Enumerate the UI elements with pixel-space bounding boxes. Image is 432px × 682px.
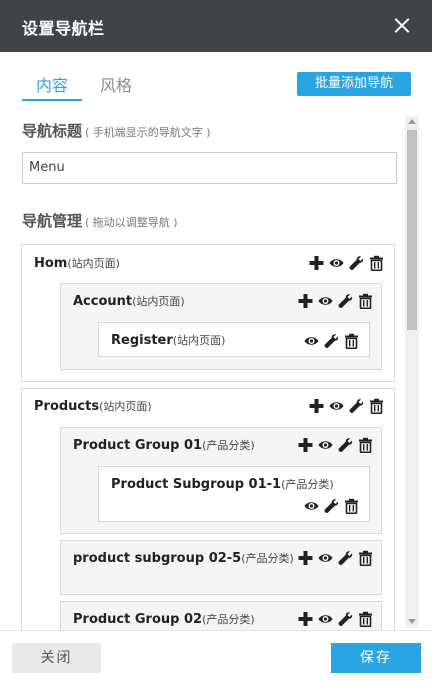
eye-icon[interactable] <box>317 611 334 627</box>
add-icon[interactable] <box>297 611 314 627</box>
nav-item-label: Product Group 01(产品分类) <box>73 438 255 453</box>
wrench-icon[interactable] <box>337 550 354 566</box>
nav-item-product-group-02[interactable]: Product Group 02(产品分类) <box>60 601 382 630</box>
nav-title-hint: ( 手机端显示的导航文字 ) <box>85 126 211 139</box>
nav-title-input[interactable]: Menu <box>22 152 397 184</box>
trash-icon[interactable] <box>368 398 385 414</box>
add-icon[interactable] <box>297 437 314 453</box>
wrench-icon[interactable] <box>323 498 340 514</box>
close-icon[interactable] <box>390 14 414 38</box>
nav-settings-dialog: 设置导航栏 内容 风格 批量添加导航 导航标题( 手机端显示的导航文字 ) Me… <box>0 0 432 682</box>
wrench-icon[interactable] <box>348 398 365 414</box>
eye-icon[interactable] <box>328 398 345 414</box>
nav-item-actions <box>297 550 374 566</box>
save-button[interactable]: 保存 <box>331 643 421 673</box>
nav-item-label: Register(站内页面) <box>111 333 226 348</box>
nav-item-product-subgroup-02-5[interactable]: product subgroup 02-5(产品分类) <box>60 540 382 595</box>
nav-item-actions <box>297 293 374 309</box>
scroll-up-arrow-icon[interactable] <box>405 116 419 128</box>
nav-item-label: Product Group 02(产品分类) <box>73 612 255 627</box>
nav-item-register[interactable]: Register(站内页面) <box>98 322 370 357</box>
nav-item-product-group-01[interactable]: Product Group 01(产品分类) Product Subgroup … <box>60 427 382 534</box>
nav-manage-hint: ( 拖动以调整导航 ) <box>85 216 178 229</box>
add-icon[interactable] <box>308 398 325 414</box>
eye-icon[interactable] <box>317 437 334 453</box>
dialog-footer: 关闭 保存 <box>0 630 432 682</box>
add-icon[interactable] <box>297 550 314 566</box>
eye-icon[interactable] <box>328 255 345 271</box>
wrench-icon[interactable] <box>323 333 340 349</box>
wrench-icon[interactable] <box>337 611 354 627</box>
trash-icon[interactable] <box>368 255 385 271</box>
nav-item-actions <box>308 398 385 414</box>
nav-item-label: product subgroup 02-5(产品分类) <box>73 551 294 566</box>
wrench-icon[interactable] <box>337 293 354 309</box>
vertical-scrollbar[interactable] <box>405 116 419 628</box>
nav-item-actions <box>297 611 374 627</box>
eye-icon[interactable] <box>303 333 320 349</box>
nav-item-actions <box>308 255 385 271</box>
tab-content[interactable]: 内容 <box>36 72 68 96</box>
scrollbar-thumb[interactable] <box>407 130 417 330</box>
nav-manage-label: 导航管理 <box>22 212 83 230</box>
wrench-icon[interactable] <box>337 437 354 453</box>
nav-item-label: Products(站内页面) <box>34 399 152 414</box>
trash-icon[interactable] <box>357 293 374 309</box>
scroll-down-arrow-icon[interactable] <box>405 616 419 628</box>
nav-title-label: 导航标题 <box>22 122 83 140</box>
active-tab-indicator <box>22 99 82 101</box>
trash-icon[interactable] <box>343 333 360 349</box>
add-icon[interactable] <box>297 293 314 309</box>
nav-item-label: Product Subgroup 01-1(产品分类) <box>111 477 334 492</box>
batch-add-nav-button[interactable]: 批量添加导航 <box>297 72 411 96</box>
content-area: 导航标题( 手机端显示的导航文字 ) Menu 导航管理( 拖动以调整导航 ) … <box>0 104 432 630</box>
trash-icon[interactable] <box>357 550 374 566</box>
eye-icon[interactable] <box>317 550 334 566</box>
tab-style[interactable]: 风格 <box>100 72 132 96</box>
trash-icon[interactable] <box>343 498 360 514</box>
wrench-icon[interactable] <box>348 255 365 271</box>
eye-icon[interactable] <box>303 498 320 514</box>
nav-item-label: Account(站内页面) <box>73 294 185 309</box>
nav-item-label: Hom(站内页面) <box>34 256 120 271</box>
nav-item-account[interactable]: Account(站内页面) Register(站内页面) <box>60 283 382 370</box>
nav-item-actions <box>303 333 360 349</box>
nav-item-products[interactable]: Products(站内页面) Product Group 01(产品分类) Pr… <box>21 388 395 630</box>
dialog-title: 设置导航栏 <box>22 19 105 38</box>
close-button[interactable]: 关闭 <box>12 643 101 673</box>
add-icon[interactable] <box>308 255 325 271</box>
trash-icon[interactable] <box>357 611 374 627</box>
dialog-header: 设置导航栏 <box>0 0 432 52</box>
eye-icon[interactable] <box>317 293 334 309</box>
nav-item-product-subgroup-01-1[interactable]: Product Subgroup 01-1(产品分类) <box>98 466 370 522</box>
trash-icon[interactable] <box>357 437 374 453</box>
nav-item-actions <box>297 437 374 453</box>
nav-title-heading: 导航标题( 手机端显示的导航文字 ) <box>22 120 211 141</box>
nav-item-actions <box>303 498 360 514</box>
nav-item-hom[interactable]: Hom(站内页面) Account(站内页面) Register(站内页面) <box>21 244 395 382</box>
nav-manage-heading: 导航管理( 拖动以调整导航 ) <box>22 210 178 231</box>
